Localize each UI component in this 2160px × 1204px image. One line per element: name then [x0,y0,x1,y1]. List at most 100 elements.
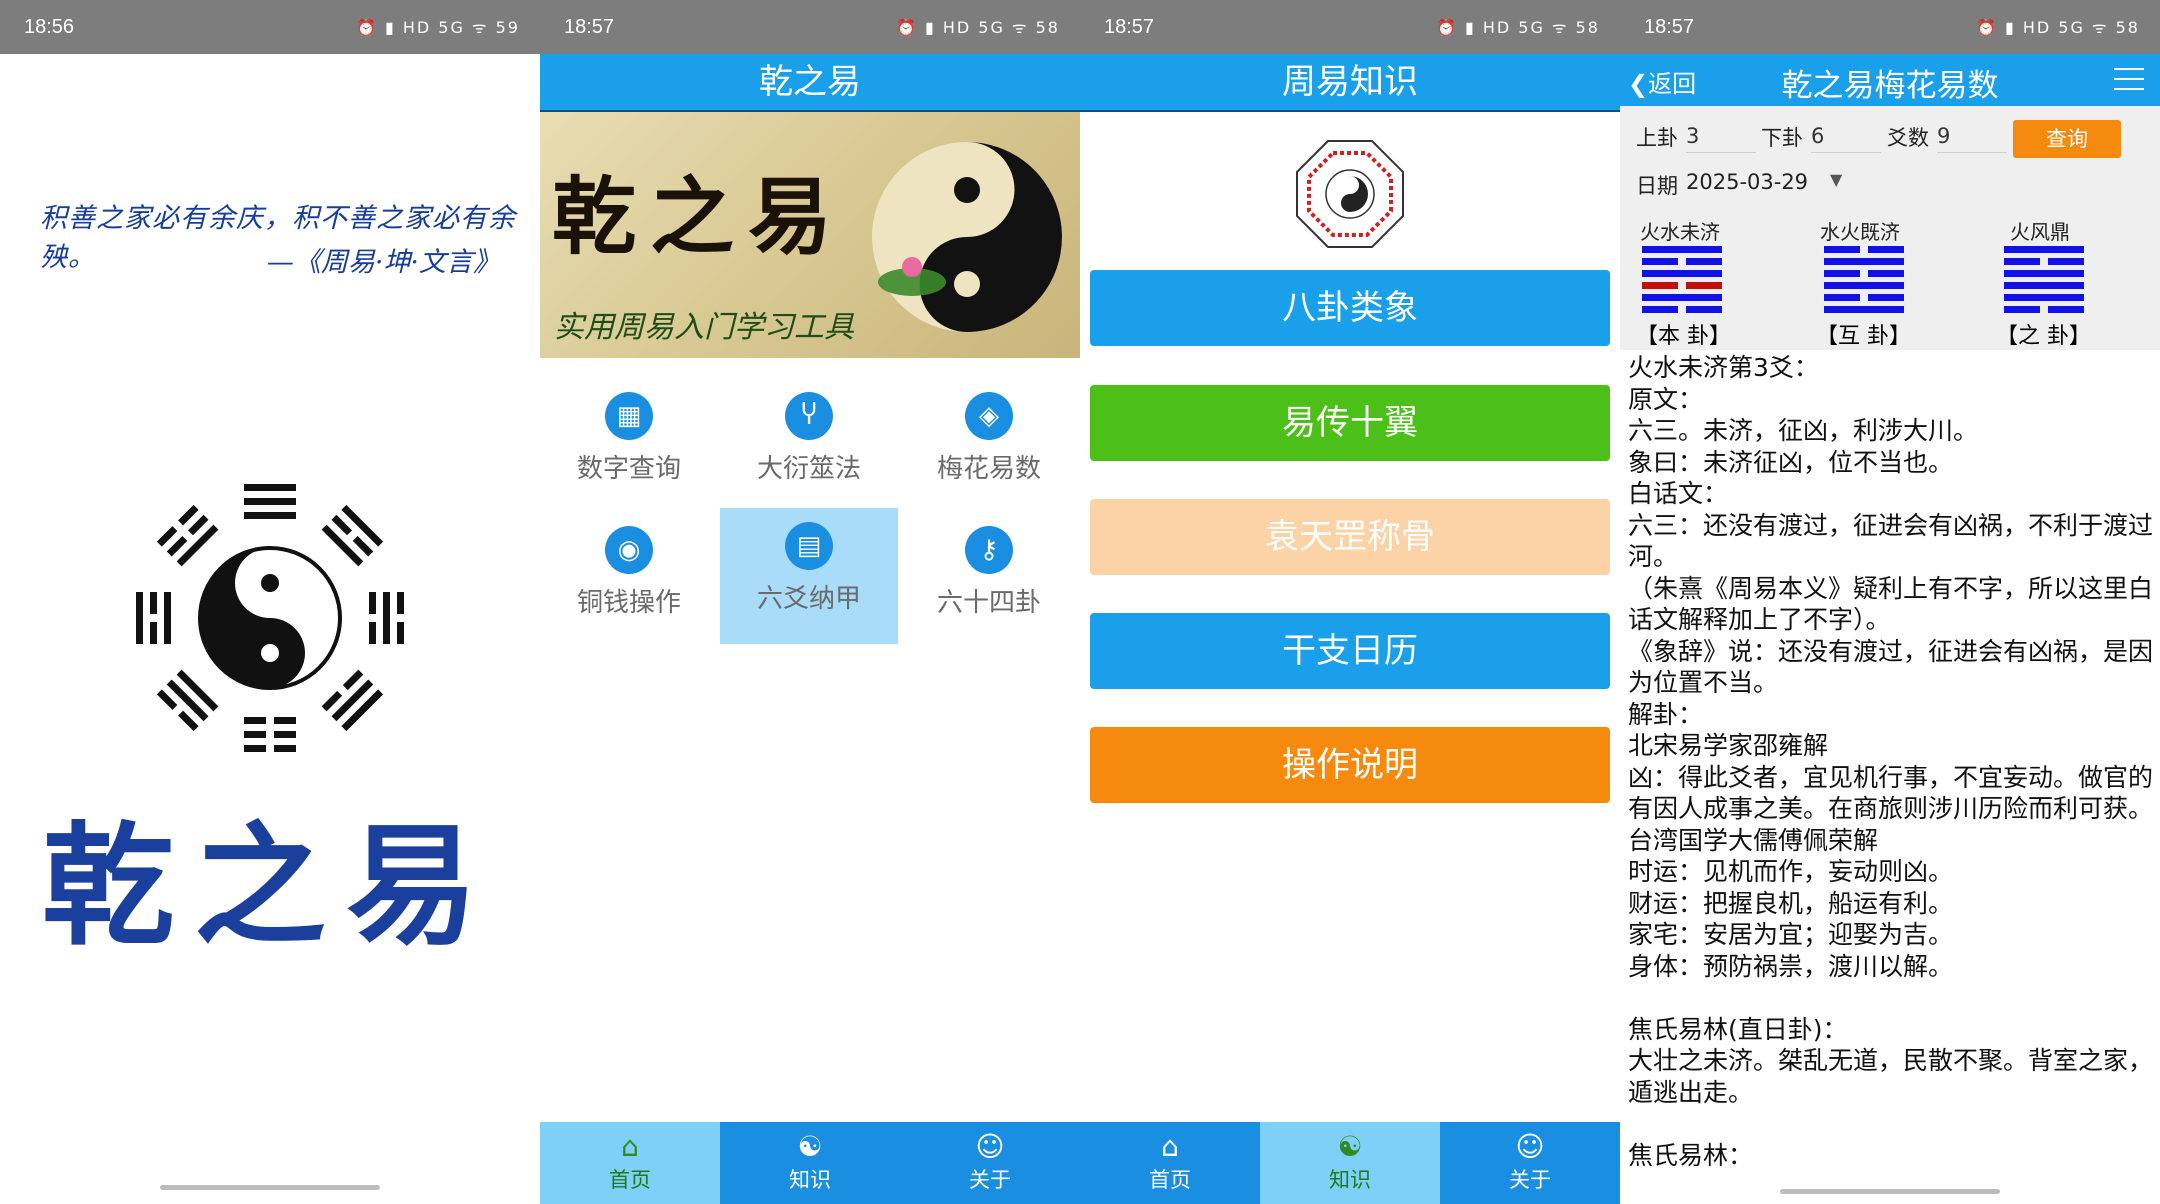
status-icons: ⏰ ▮ HD 5G ᯤ 58 [1975,18,2140,37]
book-icon: ▤ [785,522,833,570]
instructions-button[interactable]: 操作说明 [1090,727,1610,803]
ganzhi-calendar-button[interactable]: 干支日历 [1090,613,1610,689]
key-icon: ⚷ [965,526,1013,574]
status-time: 18:56 [24,16,75,38]
yuan-tiangang-button[interactable]: 袁天罡称骨 [1090,499,1610,575]
hexagram-name: 火风鼎 [2010,220,2070,244]
knowledge-screen: 18:57 ⏰ ▮ HD 5G ᯤ 58 周易知识 八卦类象 易传十翼 袁天罡称… [1080,0,1620,1204]
tab-label: 首页 [609,1168,651,1192]
home-icon: ⌂ [1161,1130,1179,1163]
tab-about[interactable]: ☺ 关于 [1440,1122,1620,1204]
home-screen: 18:57 ⏰ ▮ HD 5G ᯤ 58 乾之易 乾之易 实用周易入门学习工具 … [540,0,1080,1204]
hexagram-name: 火水未济 [1640,220,1720,244]
grid-item-coin[interactable]: ◉ 铜钱操作 [540,512,718,646]
tab-label: 知识 [789,1168,831,1192]
line-number-input[interactable]: 9 [1937,124,2007,153]
tab-label: 关于 [969,1168,1011,1192]
grid-item-dayan[interactable]: Ⴤ 大衍筮法 [720,378,898,512]
status-bar: 18:57 ⏰ ▮ HD 5G ᯤ 58 [1080,0,1620,54]
hexagram-weiji [1642,246,1722,313]
chevron-down-icon[interactable]: ▼ [1830,170,1842,189]
page-title: 周易知识 [1080,54,1620,112]
tab-knowledge[interactable]: ☯ 知识 [720,1122,900,1204]
user-icon: ☺ [1515,1130,1545,1163]
home-icon: ⌂ [621,1130,639,1163]
bagua-icon [1296,140,1404,248]
query-button[interactable]: 查询 [2013,120,2121,158]
interpretation-text: 火水未济第3爻： 原文： 六三。未济，征凶，利涉大川。 象曰：未济征凶，位不当也… [1628,353,2154,1170]
tab-home[interactable]: ⌂ 首页 [1080,1122,1260,1204]
button-label: 操作说明 [1282,745,1418,785]
page-title: 乾之易 [540,54,1080,112]
tab-label: 知识 [1329,1168,1371,1192]
upper-trigram-input[interactable]: 3 [1686,124,1756,153]
page-title: 乾之易梅花易数 [1781,68,1999,104]
tab-label: 首页 [1149,1168,1191,1192]
hexagram-name: 水火既济 [1820,220,1900,244]
bottom-tab-bar: ⌂ 首页 ☯ 知识 ☺ 关于 [540,1122,1080,1204]
bagua-logo [136,484,404,752]
hexagram-ding [2004,246,2084,313]
yizhuan-button[interactable]: 易传十翼 [1090,385,1610,461]
status-time: 18:57 [564,16,615,38]
lower-trigram-input[interactable]: 6 [1811,124,1881,153]
status-time: 18:57 [1644,16,1695,38]
coin-icon: ◉ [605,526,653,574]
lower-trigram-label: 下卦 [1761,126,1803,150]
hexagram-role-label: 【互 卦】 [1816,324,1911,349]
yin-yang-icon: ☯ [1337,1130,1363,1163]
yin-yang-icon: ☯ [797,1130,823,1163]
tab-about[interactable]: ☺ 关于 [900,1122,1080,1204]
button-label: 八卦类象 [1282,288,1418,328]
bagua-button[interactable]: 八卦类象 [1090,270,1610,346]
hexagram-role-label: 【之 卦】 [1996,324,2091,349]
grid-item-64-hexagrams[interactable]: ⚷ 六十四卦 [900,512,1078,646]
line-number-label: 爻数 [1887,126,1929,150]
grid-item-label: 数字查询 [576,454,681,484]
grid-item-meihua[interactable]: ◈ 梅花易数 [900,378,1078,512]
status-icons: ⏰ ▮ HD 5G ᯤ 58 [1435,18,1600,37]
button-label: 干支日历 [1282,631,1418,671]
menu-icon[interactable] [2114,68,2144,98]
button-label: 袁天罡称骨 [1265,517,1435,557]
hexagram-jiji [1824,246,1904,313]
status-time: 18:57 [1104,16,1155,38]
button-label: 易传十翼 [1282,403,1418,443]
tab-home[interactable]: ⌂ 首页 [540,1122,720,1204]
banner-title: 乾之易 [552,167,847,266]
splash-app-title: 乾之易 [42,809,498,964]
query-form: 上卦 3 下卦 6 爻数 9 查询 日期 2025-03-29 ▼ 火水未济 【… [1620,106,2160,350]
splash-screen: 18:56 ⏰ ▮ HD 5G ᯤ 59 积善之家必有余庆，积不善之家必有余殃。… [0,0,540,1204]
date-label: 日期 [1636,174,1678,198]
home-indicator[interactable] [1780,1189,2000,1194]
status-bar: 18:57 ⏰ ▮ HD 5G ᯤ 58 [540,0,1080,54]
grid-item-label: 铜钱操作 [576,588,681,618]
yin-yang-icon [872,142,1062,332]
sprout-icon: Ⴤ [785,392,833,440]
status-bar: 18:56 ⏰ ▮ HD 5G ᯤ 59 [0,0,540,54]
tab-label: 关于 [1509,1168,1551,1192]
grid-item-number-query[interactable]: ▦ 数字查询 [540,378,718,512]
meihua-result-screen: 18:57 ⏰ ▮ HD 5G ᯤ 58 ❮返回 乾之易梅花易数 上卦 3 下卦… [1620,0,2160,1204]
status-bar: 18:57 ⏰ ▮ HD 5G ᯤ 58 [1620,0,2160,54]
status-icons: ⏰ ▮ HD 5G ᯤ 59 [355,18,520,37]
status-icons: ⏰ ▮ HD 5G ᯤ 58 [895,18,1060,37]
grid-item-label: 梅花易数 [936,454,1041,484]
header-bar: ❮返回 乾之易梅花易数 [1620,54,2160,106]
grid-item-label: 大衍筮法 [756,454,861,484]
bottom-tab-bar: ⌂ 首页 ☯ 知识 ☺ 关于 [1080,1122,1620,1204]
grid-item-label: 六爻纳甲 [756,584,861,614]
user-icon: ☺ [975,1130,1005,1163]
home-banner: 乾之易 实用周易入门学习工具 [540,112,1080,358]
home-indicator[interactable] [160,1185,380,1190]
banner-subtitle: 实用周易入门学习工具 [554,310,854,345]
tab-knowledge[interactable]: ☯ 知识 [1260,1122,1440,1204]
date-picker[interactable]: 2025-03-29 [1686,170,1808,194]
quote-line-2: —《周易·坤·文言》 [266,247,500,278]
grid-item-liuyao[interactable]: ▤ 六爻纳甲 [720,508,898,644]
dropbox-icon: ◈ [965,392,1013,440]
upper-trigram-label: 上卦 [1636,126,1678,150]
grid-icon: ▦ [605,392,653,440]
hexagram-role-label: 【本 卦】 [1636,324,1731,349]
grid-item-label: 六十四卦 [936,588,1041,618]
